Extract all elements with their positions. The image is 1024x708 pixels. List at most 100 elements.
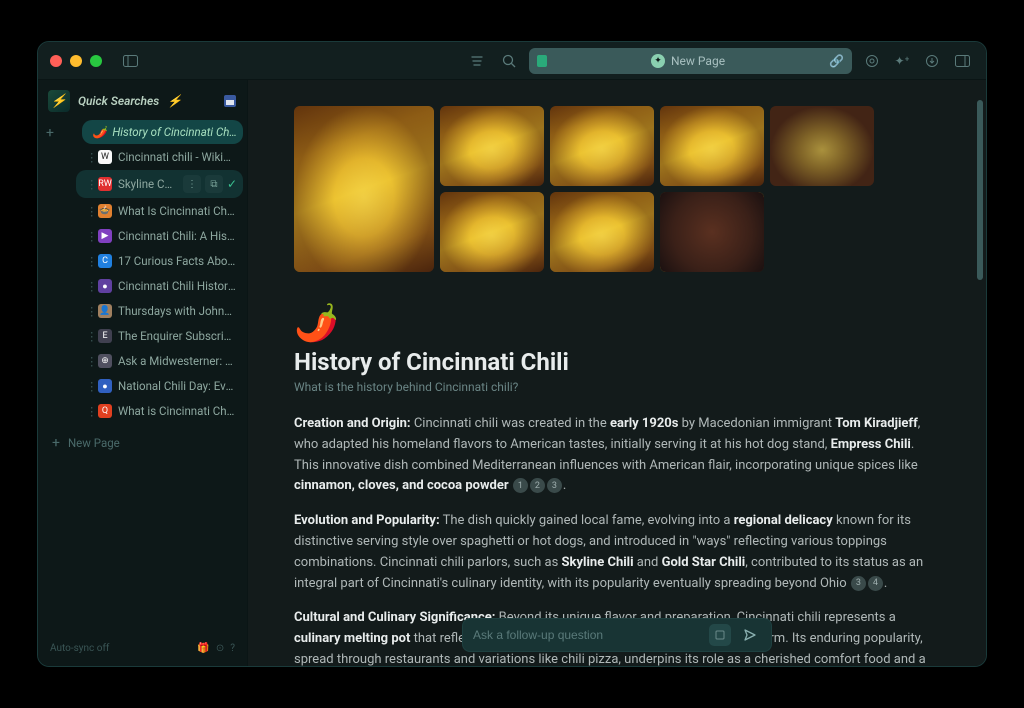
image-result-empty[interactable] <box>770 106 874 186</box>
favicon: C <box>98 254 112 268</box>
quick-searches-label: Quick Searches <box>78 94 159 108</box>
sidebar-item-label: Cincinnati chili - Wikipedia <box>118 150 237 164</box>
close-window-button[interactable] <box>50 55 62 67</box>
check-icon: ✓ <box>227 177 237 191</box>
tree-handle-icon: ⋮ <box>86 254 92 268</box>
attach-button[interactable] <box>709 624 731 646</box>
sidebar-item-label: Ask a Midwesterner: Cin... <box>118 354 237 368</box>
more-actions-button[interactable]: ⋮ <box>183 175 201 193</box>
scrollbar[interactable] <box>977 100 983 606</box>
favicon: RW <box>98 177 112 191</box>
favicon: Q <box>98 404 112 418</box>
download-icon[interactable] <box>920 49 944 73</box>
maximize-window-button[interactable] <box>90 55 102 67</box>
address-bar[interactable]: ✦ New Page 🔗 <box>529 48 852 74</box>
image-result[interactable] <box>550 192 654 272</box>
new-page-button[interactable]: + New Page <box>42 429 243 457</box>
sidebar-toggle-icon[interactable] <box>118 49 142 73</box>
favicon: E <box>98 329 112 343</box>
citation-badge[interactable]: 2 <box>530 478 545 493</box>
favicon: 👤 <box>98 304 112 318</box>
sidebar-item[interactable]: ⋮ 👤 Thursdays with Johnny a... <box>76 299 243 323</box>
tree-handle-icon: ⋮ <box>86 204 92 218</box>
image-result[interactable] <box>660 192 764 272</box>
sidebar-item[interactable]: ⋮WCincinnati chili - Wikipedia <box>76 145 243 169</box>
minimize-window-button[interactable] <box>70 55 82 67</box>
history-icon[interactable] <box>465 49 489 73</box>
panel-right-icon[interactable] <box>950 49 974 73</box>
tree-handle-icon: ⋮ <box>86 404 92 418</box>
followup-input[interactable] <box>473 628 701 642</box>
sidebar-item-label: National Chili Day: Every... <box>118 379 237 393</box>
titlebar-right-icons: ✦⁺ <box>860 49 974 73</box>
tree-handle-icon: ⋮ <box>86 304 92 318</box>
settings-gear-icon[interactable] <box>860 49 884 73</box>
sidebar-item[interactable]: ⋮EThe Enquirer Subscriptio... <box>76 324 243 348</box>
bolt-icon: ⚡ <box>167 94 182 108</box>
ai-assist-icon[interactable]: ✦⁺ <box>890 49 914 73</box>
sidebar-item[interactable]: ⋮ ⊕ Ask a Midwesterner: Cin... <box>76 349 243 373</box>
favicon: W <box>98 150 112 164</box>
sidebar-item[interactable]: ⋮ Q What is Cincinnati Chili e... <box>76 399 243 423</box>
citation-badge[interactable]: 1 <box>513 478 528 493</box>
image-result[interactable] <box>440 106 544 186</box>
sidebar-item[interactable]: ⋮ C 17 Curious Facts About... <box>76 249 243 273</box>
link-icon[interactable]: 🔗 <box>829 54 844 68</box>
sidebar-item-label: 17 Curious Facts About... <box>118 254 237 268</box>
citation-badge[interactable]: 4 <box>868 576 883 591</box>
sidebar: ⚡ Quick Searches ⚡ + 🌶️ History of Cinci… <box>38 80 248 666</box>
sidebar-item-label: Thursdays with Johnny a... <box>118 304 237 318</box>
address-label: New Page <box>671 54 725 68</box>
autosync-label: Auto-sync off <box>50 643 109 654</box>
gift-icon[interactable]: 🎁 <box>197 643 209 654</box>
image-result[interactable] <box>660 106 764 186</box>
workspace-icon[interactable] <box>223 94 237 108</box>
sidebar-item[interactable]: ⋮ ▶ Cincinnati Chili: A Histor... <box>76 224 243 248</box>
sidebar-item-history-of-cincinnati-chili[interactable]: 🌶️ History of Cincinnati Chili <box>82 120 243 144</box>
scrollbar-thumb[interactable] <box>977 100 983 280</box>
sidebar-item-label: Cincinnati Chili: A Histor... <box>118 229 237 243</box>
search-icon[interactable] <box>497 49 521 73</box>
image-result[interactable] <box>294 106 434 272</box>
article-subtitle: What is the history behind Cincinnati ch… <box>294 380 940 394</box>
citation-badge[interactable]: 3 <box>851 576 866 591</box>
followup-bar <box>462 618 772 652</box>
main-content: 🌶️ History of Cincinnati Chili What is t… <box>248 80 986 666</box>
favicon: ● <box>98 379 112 393</box>
citation-badge[interactable]: 3 <box>547 478 562 493</box>
ai-sparkle-icon: ✦ <box>651 54 665 68</box>
image-results-grid <box>294 106 940 272</box>
sidebar-item-label: What is Cincinnati Chili e... <box>118 404 237 418</box>
image-result[interactable] <box>550 106 654 186</box>
page-type-icon <box>537 55 547 67</box>
sidebar-item[interactable]: ⋮ ● National Chili Day: Every... <box>76 374 243 398</box>
send-button[interactable] <box>739 624 761 646</box>
sidebar-item[interactable]: ⋮RWSkyline Chili...⋮⧉✓ <box>76 170 243 198</box>
article-title: History of Cincinnati Chili <box>294 348 940 376</box>
sidebar-footer: Auto-sync off 🎁 ⊙ ? <box>42 637 243 660</box>
traffic-lights <box>50 55 102 67</box>
add-sibling-button[interactable]: + <box>42 125 58 141</box>
open-external-button[interactable]: ⧉ <box>205 175 223 193</box>
favicon: ▶ <box>98 229 112 243</box>
tree-handle-icon: ⋮ <box>86 177 92 191</box>
new-page-label: New Page <box>68 436 120 450</box>
tree-handle-icon: ⋮ <box>86 379 92 393</box>
paragraph-evolution-popularity: Evolution and Popularity: The dish quick… <box>294 511 940 594</box>
sidebar-tree: + 🌶️ History of Cincinnati Chili ⋮ W Cinci… <box>42 120 243 637</box>
main-scroll[interactable]: 🌶️ History of Cincinnati Chili What is t… <box>248 80 986 666</box>
sidebar-item-label: History of Cincinnati Chili <box>112 125 237 139</box>
sidebar-item[interactable]: ⋮●Cincinnati Chili History a... <box>76 274 243 298</box>
tree-handle-icon: ⋮ <box>86 354 92 368</box>
plus-icon: + <box>52 435 60 451</box>
app-window: ✦ New Page 🔗 ✦⁺ ⚡ Quick Searches ⚡ <box>37 41 987 667</box>
sidebar-item[interactable]: ⋮🍲What Is Cincinnati Chili? <box>76 199 243 223</box>
quick-searches-header[interactable]: ⚡ Quick Searches ⚡ <box>42 86 243 116</box>
tree-handle-icon: ⋮ <box>86 229 92 243</box>
favicon: ⊕ <box>98 354 112 368</box>
headset-icon[interactable]: ⊙ <box>216 643 224 654</box>
help-icon[interactable]: ? <box>230 643 235 654</box>
image-result[interactable] <box>440 192 544 272</box>
tree-handle-icon: ⋮ <box>86 279 92 293</box>
chili-emoji-icon: 🌶️ <box>92 125 106 139</box>
